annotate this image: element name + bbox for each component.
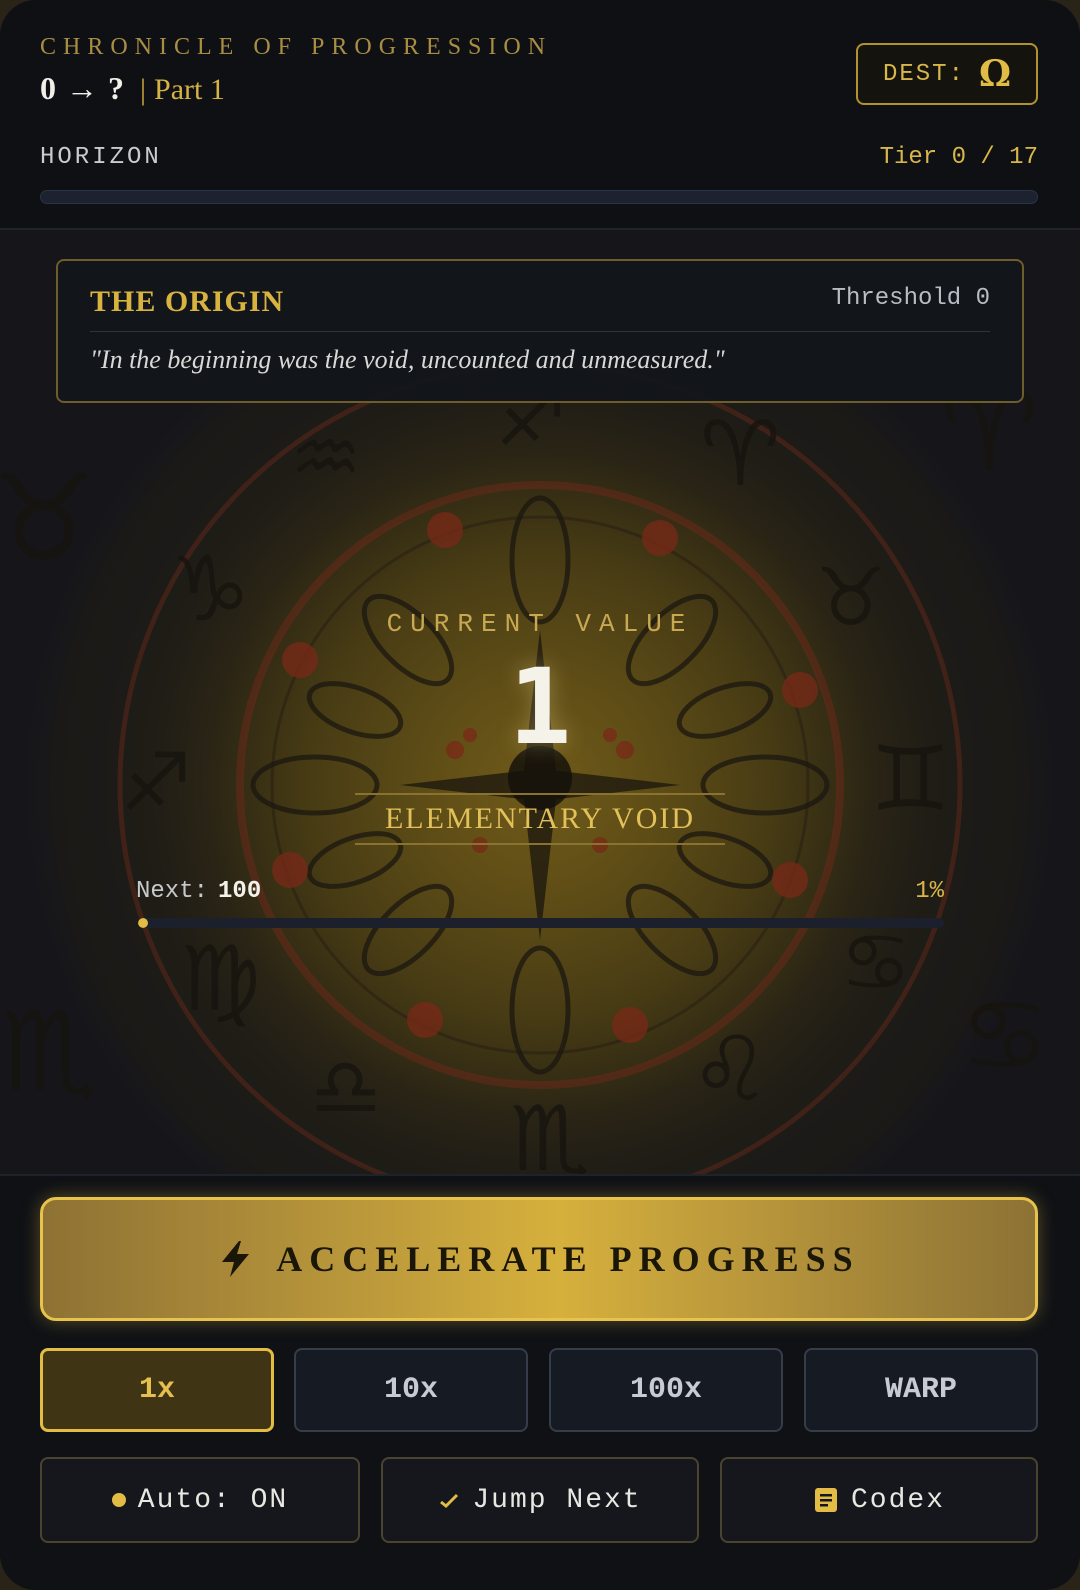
destination-label: DEST:: [882, 60, 965, 88]
card-divider: [90, 331, 990, 332]
svg-text:♈: ♈: [700, 402, 781, 507]
next-label: Next:: [136, 878, 209, 905]
game-frame: CHRONICLE OF PROGRESSION 0 →? | Part 1 DE…: [0, 0, 1080, 1590]
svg-text:♎: ♎: [310, 1041, 382, 1134]
svg-text:♒: ♒: [290, 411, 362, 504]
codex-button[interactable]: Codex: [720, 1457, 1038, 1543]
multiplier-1x-button[interactable]: 1x: [40, 1348, 274, 1432]
lightning-icon: [222, 1241, 250, 1277]
svg-text:♋: ♋: [960, 977, 1050, 1094]
multiplier-warp-button[interactable]: WARP: [804, 1348, 1038, 1432]
target-value: ?: [108, 70, 124, 106]
destination-button[interactable]: DEST: Ω: [856, 43, 1038, 105]
next-value: 100: [218, 878, 262, 905]
stage-info-card: THE ORIGIN Threshold 0 "In the beginning…: [56, 259, 1024, 403]
omega-icon: Ω: [978, 53, 1012, 95]
svg-text:♌: ♌: [690, 1017, 771, 1122]
stage-quote: "In the beginning was the void, uncounte…: [90, 345, 725, 374]
svg-text:♍: ♍: [180, 927, 261, 1032]
auto-label: Auto: ON: [137, 1484, 289, 1516]
start-value: 0: [40, 70, 56, 106]
next-progress-fill: [138, 918, 148, 928]
stage-title: THE ORIGIN: [90, 285, 285, 318]
status-dot-icon: [111, 1493, 126, 1507]
chapter-title: 0 →? | Part 1: [40, 70, 225, 107]
controls-panel: ACCELERATE PROGRESS 1x 10x 100x WARP Aut…: [0, 1174, 1080, 1590]
arrow-icon: →: [66, 70, 98, 106]
stage-threshold: Threshold 0: [831, 285, 990, 312]
tier-counter: Tier 0 / 17: [879, 144, 1038, 171]
horizon-label: HORIZON: [40, 144, 162, 171]
svg-text:♋: ♋: [840, 916, 912, 1009]
book-icon: [814, 1488, 837, 1512]
svg-text:♏: ♏: [0, 988, 99, 1116]
next-threshold: Next: 100: [136, 878, 261, 905]
check-icon: [440, 1493, 459, 1509]
svg-text:♉: ♉: [0, 450, 98, 589]
next-progress-bar: [138, 918, 944, 928]
title-separator: |: [140, 73, 147, 106]
tool-row: Auto: ON Jump Next Codex: [40, 1457, 1038, 1543]
current-value-label: CURRENT VALUE: [386, 609, 694, 639]
accelerate-label: ACCELERATE PROGRESS: [276, 1239, 860, 1279]
header: CHRONICLE OF PROGRESSION 0 →? | Part 1 DE…: [0, 0, 1080, 230]
auto-toggle-button[interactable]: Auto: ON: [40, 1457, 360, 1543]
current-value: 1: [508, 646, 572, 768]
part-label: Part 1: [154, 73, 225, 106]
svg-text:♏: ♏: [510, 1087, 591, 1174]
accelerate-button[interactable]: ACCELERATE PROGRESS: [40, 1197, 1038, 1321]
multiplier-selector: 1x 10x 100x WARP: [40, 1348, 1038, 1432]
stage: ♒ ♐ ♈ ♑ ♉ ♐ ♊ ♍ ♋ ♎ ♏ ♌ ♉ ♈ ♏ ♋ THE ORIG…: [0, 230, 1080, 1174]
jump-label: Jump Next: [472, 1484, 642, 1516]
game-kicker: CHRONICLE OF PROGRESSION: [40, 34, 553, 60]
codex-label: Codex: [850, 1484, 945, 1516]
multiplier-100x-button[interactable]: 100x: [549, 1348, 783, 1432]
multiplier-10x-button[interactable]: 10x: [294, 1348, 528, 1432]
jump-next-button[interactable]: Jump Next: [381, 1457, 699, 1543]
progress-percent: 1%: [915, 878, 944, 905]
rank-name: ELEMENTARY VOID: [355, 793, 725, 845]
horizon-progress-bar: [40, 190, 1038, 204]
